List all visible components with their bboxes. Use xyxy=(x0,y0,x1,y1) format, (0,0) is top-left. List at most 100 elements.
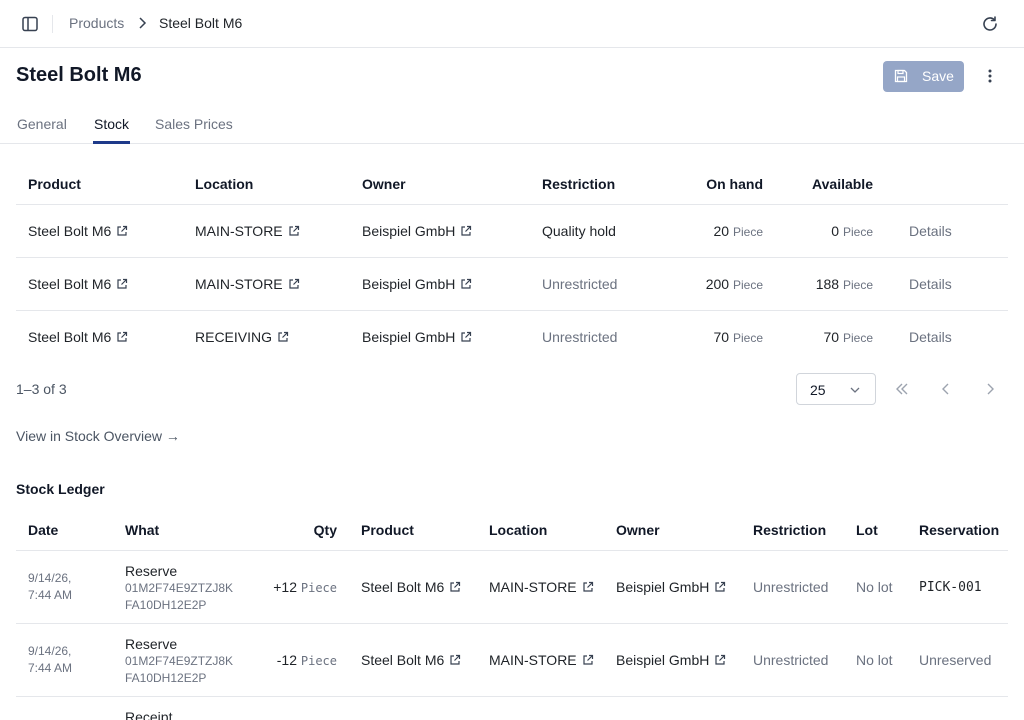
external-link-icon xyxy=(117,331,128,342)
external-link-icon xyxy=(450,654,461,665)
ledger-what: Receipt xyxy=(125,709,172,720)
location-link[interactable]: RECEIVING xyxy=(195,329,289,345)
external-link-icon xyxy=(461,331,472,342)
available-unit: Piece xyxy=(842,278,873,292)
col-product: Product xyxy=(361,522,414,538)
owner-link[interactable]: Beispiel GmbH xyxy=(362,276,472,292)
breadcrumb-products[interactable]: Products xyxy=(69,15,124,31)
external-link-icon xyxy=(461,225,472,236)
first-page-icon[interactable] xyxy=(894,381,910,397)
available-qty: 0 xyxy=(831,223,840,239)
tab-stock[interactable]: Stock xyxy=(94,116,129,132)
restriction-value: Quality hold xyxy=(542,223,616,239)
page-title: Steel Bolt M6 xyxy=(16,64,142,86)
owner-link[interactable]: Beispiel GmbH xyxy=(616,579,726,595)
tab-general[interactable]: General xyxy=(17,116,67,132)
previous-page-icon[interactable] xyxy=(938,381,954,397)
on-hand-unit: Piece xyxy=(732,225,763,239)
product-name: Steel Bolt M6 xyxy=(361,652,445,668)
location-link[interactable]: MAIN-STORE xyxy=(195,276,300,292)
product-link[interactable]: Steel Bolt M6 xyxy=(28,276,128,292)
table-row: 9/14/26, 7:44 AM Reserve 01M2F74E9ZTZJ8K FA… xyxy=(16,551,1008,624)
details-button[interactable]: Details xyxy=(909,329,952,345)
qty-unit: Piece xyxy=(300,654,337,668)
tab-sales-prices[interactable]: Sales Prices xyxy=(155,116,233,132)
save-button[interactable]: Save xyxy=(883,61,964,92)
date-line: 9/14/26, xyxy=(28,571,72,585)
location-link[interactable]: MAIN-STORE xyxy=(489,652,594,668)
external-link-icon xyxy=(583,654,593,665)
available-qty: 70 xyxy=(823,329,840,345)
external-link-icon xyxy=(117,225,128,236)
table-row: Steel Bolt M6 MAIN-STORE Beispiel GmbH Q… xyxy=(16,205,1008,258)
ledger-date: 9/14/26, 7:44 AM xyxy=(28,570,72,604)
top-bar: Products Steel Bolt M6 xyxy=(0,0,1024,48)
save-button-label: Save xyxy=(922,68,954,84)
on-hand-qty: 20 xyxy=(713,223,730,239)
available-unit: Piece xyxy=(842,331,873,345)
lot-value: No lot xyxy=(856,579,893,595)
col-restriction: Restriction xyxy=(542,176,616,192)
ledger-what: Reserve 01M2F74E9ZTZJ8K FA10DH12E2P xyxy=(125,636,233,687)
col-on-hand: On hand xyxy=(706,176,763,192)
restriction-value: Unrestricted xyxy=(753,652,829,668)
on-hand-value: 70 Piece xyxy=(714,329,764,345)
tab-bar: General Stock Sales Prices xyxy=(0,104,1024,144)
product-name: Steel Bolt M6 xyxy=(28,276,112,292)
time-line: 7:44 AM xyxy=(28,588,73,602)
on-hand-unit: Piece xyxy=(732,331,763,345)
ledger-qty: -12 Piece xyxy=(277,652,337,668)
owner-link[interactable]: Beispiel GmbH xyxy=(362,329,472,345)
owner-name: Beispiel GmbH xyxy=(362,329,456,345)
col-location: Location xyxy=(489,522,548,538)
page-size-select[interactable]: 25 xyxy=(796,373,876,405)
location-link[interactable]: MAIN-STORE xyxy=(489,579,594,595)
col-restriction: Restriction xyxy=(753,522,827,538)
details-button[interactable]: Details xyxy=(909,223,952,239)
date-line: 9/14/26, xyxy=(28,644,72,658)
table-header-row: Date What Qty Product Location Owner Res… xyxy=(16,510,1008,551)
movement-ref: 01M2F74E9ZTZJ8K xyxy=(125,654,234,668)
on-hand-value: 20 Piece xyxy=(714,223,764,239)
page-size-value: 25 xyxy=(810,382,826,398)
owner-link[interactable]: Beispiel GmbH xyxy=(362,223,472,239)
product-name: Steel Bolt M6 xyxy=(361,579,445,595)
product-link[interactable]: Steel Bolt M6 xyxy=(28,329,128,345)
col-reservation: Reservation xyxy=(919,522,1000,538)
ledger-date: 9/14/26, 7:44 AM xyxy=(28,643,72,677)
table-row: Steel Bolt M6 RECEIVING Beispiel GmbH Un… xyxy=(16,311,1008,364)
owner-link[interactable]: Beispiel GmbH xyxy=(616,652,726,668)
location-name: RECEIVING xyxy=(195,329,273,345)
next-page-icon[interactable] xyxy=(982,381,998,397)
product-link[interactable]: Steel Bolt M6 xyxy=(28,223,128,239)
qty-value: -12 xyxy=(276,652,297,668)
on-hand-qty: 200 xyxy=(705,276,730,292)
time-line: 7:44 AM xyxy=(28,661,73,675)
restriction-value: Unrestricted xyxy=(542,329,618,345)
details-button[interactable]: Details xyxy=(909,276,952,292)
sidebar-toggle-icon[interactable] xyxy=(20,14,40,34)
stock-ledger-title: Stock Ledger xyxy=(16,481,105,497)
breadcrumb-current: Steel Bolt M6 xyxy=(159,15,243,31)
vertical-dots-icon[interactable] xyxy=(980,66,1000,86)
movement-ref-cont: FA10DH12E2P xyxy=(125,671,207,685)
col-product: Product xyxy=(28,176,81,192)
stock-overview-link[interactable]: View in Stock Overview → xyxy=(16,428,180,444)
lot-value: No lot xyxy=(856,652,893,668)
movement-type: Receipt xyxy=(125,709,173,720)
col-lot: Lot xyxy=(856,522,878,538)
table-row: Receipt xyxy=(16,697,1008,720)
product-link[interactable]: Steel Bolt M6 xyxy=(361,579,461,595)
table-row: 9/14/26, 7:44 AM Reserve 01M2F74E9ZTZJ8K FA… xyxy=(16,624,1008,697)
owner-name: Beispiel GmbH xyxy=(362,223,456,239)
available-value: 70 Piece xyxy=(824,329,874,345)
owner-name: Beispiel GmbH xyxy=(616,579,710,595)
refresh-icon[interactable] xyxy=(980,14,1000,34)
location-link[interactable]: MAIN-STORE xyxy=(195,223,300,239)
on-hand-value: 200 Piece xyxy=(706,276,763,292)
movement-type: Reserve xyxy=(125,563,178,579)
external-link-icon xyxy=(461,278,472,289)
floppy-disk-icon xyxy=(894,69,908,83)
product-link[interactable]: Steel Bolt M6 xyxy=(361,652,461,668)
qty-value: +12 xyxy=(273,579,297,595)
